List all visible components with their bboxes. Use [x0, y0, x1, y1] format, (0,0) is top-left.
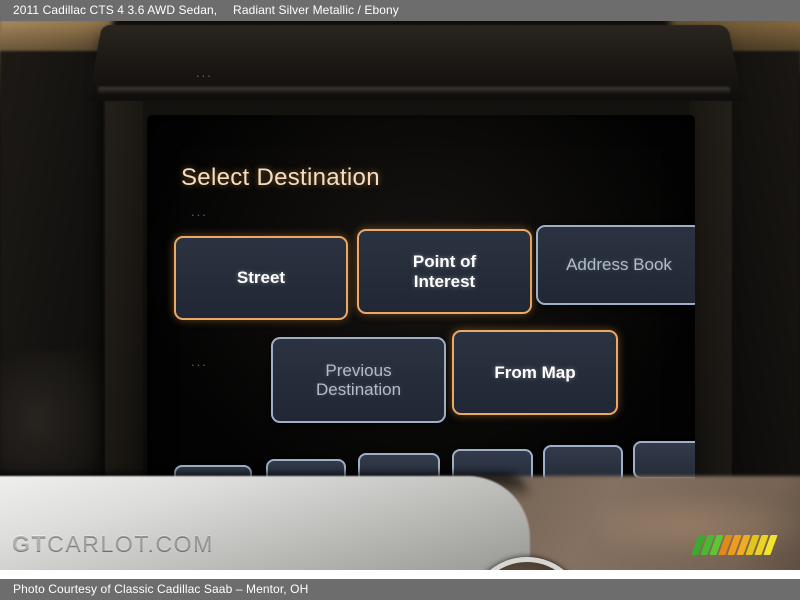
screen-bezel-right — [690, 101, 732, 501]
destination-button-address-book-label: Address Book — [566, 255, 672, 275]
destination-button-previous-destination-label: Previous Destination — [315, 360, 402, 399]
vehicle-caption-bar: 2011 Cadillac CTS 4 3.6 AWD Sedan, Radia… — [0, 0, 800, 21]
destination-button-address-book[interactable]: Address Book — [536, 225, 695, 305]
console-silver-trim — [0, 476, 530, 579]
head-unit-hood-edge — [98, 87, 730, 94]
housing-dot-mark-top: ... — [196, 65, 213, 80]
screen-dot-mark-upper: ... — [191, 204, 208, 219]
destination-button-previous-destination[interactable]: Previous Destination — [271, 337, 446, 423]
navigation-touchscreen[interactable]: Select Destination ... ... ... Street Po… — [147, 115, 695, 507]
vehicle-interior-photo: ... Select Destination ... ... ... Stree… — [0, 21, 800, 579]
screen-dot-mark-middle: ... — [191, 354, 208, 369]
photo-credit-bar: Photo Courtesy of Classic Cadillac Saab … — [0, 579, 800, 600]
destination-button-from-map-label: From Map — [494, 362, 576, 382]
photo-bottom-white-band — [0, 570, 800, 579]
destination-button-point-of-interest[interactable]: Point of Interest — [357, 229, 532, 314]
destination-button-street[interactable]: Street — [174, 236, 348, 320]
gtcarlot-stripes-logo — [691, 533, 787, 555]
destination-button-from-map[interactable]: From Map — [452, 330, 618, 415]
screenshot-root: 2011 Cadillac CTS 4 3.6 AWD Sedan, Radia… — [0, 0, 800, 600]
photo-credit-text: Photo Courtesy of Classic Cadillac Saab … — [13, 582, 309, 596]
vehicle-trim: Radiant Silver Metallic / Ebony — [233, 3, 399, 17]
vehicle-title: 2011 Cadillac CTS 4 3.6 AWD Sedan, — [13, 3, 218, 17]
screen-bezel-left — [105, 101, 143, 501]
destination-button-point-of-interest-label: Point of Interest — [412, 252, 477, 291]
destination-button-street-label: Street — [236, 268, 286, 288]
soft-key-6[interactable] — [633, 441, 695, 479]
page-title: Select Destination — [181, 164, 380, 191]
